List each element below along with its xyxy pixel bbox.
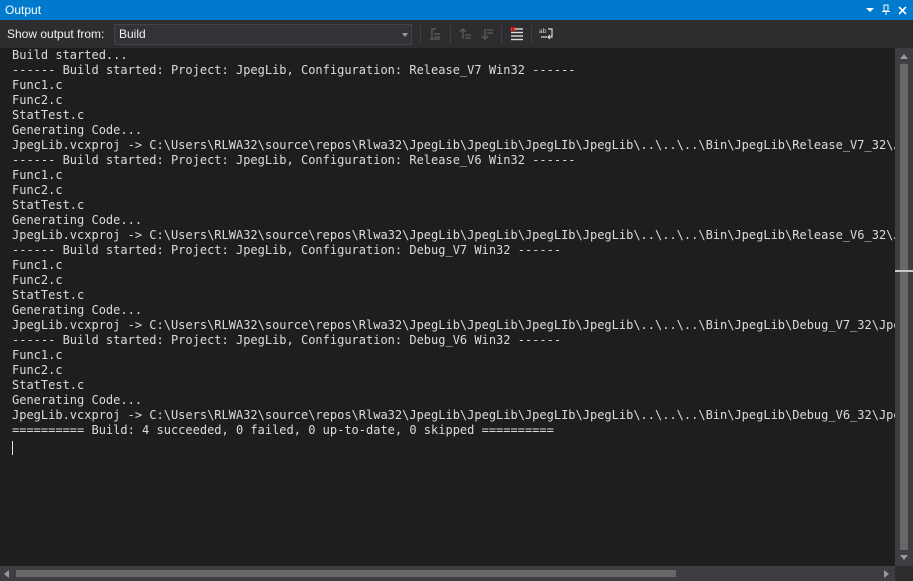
- go-to-next-message-button[interactable]: [477, 24, 497, 44]
- close-button[interactable]: [894, 2, 910, 18]
- output-line: Func1.c: [12, 258, 63, 272]
- find-message-in-code-icon: [430, 28, 440, 40]
- toolbar-separator: [420, 25, 421, 43]
- toolbar-separator: [531, 25, 532, 43]
- output-source-selected-value: Build: [119, 27, 146, 41]
- output-line: Build started...: [12, 48, 128, 62]
- output-window: Output Show output from: Build ab Build …: [0, 0, 913, 581]
- output-line: StatTest.c: [12, 288, 85, 302]
- output-line: Func1.c: [12, 78, 63, 92]
- output-line: Func1.c: [12, 168, 63, 182]
- output-line: Func2.c: [12, 273, 63, 287]
- output-text-area[interactable]: Build started... ------ Build started: Pr…: [0, 48, 895, 566]
- scroll-right-arrow-icon[interactable]: [884, 570, 889, 578]
- horizontal-scrollbar[interactable]: [0, 566, 895, 581]
- output-line: Func2.c: [12, 93, 63, 107]
- clear-all-icon: [510, 26, 523, 41]
- chevron-down-icon: [866, 8, 874, 12]
- scroll-left-arrow-icon[interactable]: [4, 570, 9, 578]
- output-line: StatTest.c: [12, 198, 85, 212]
- output-lines: Build started... ------ Build started: Pr…: [12, 48, 895, 438]
- go-to-previous-message-icon: [459, 28, 471, 39]
- clear-all-button[interactable]: [507, 24, 527, 44]
- window-position-dropdown-button[interactable]: [862, 2, 878, 18]
- output-line: JpegLib.vcxproj -> C:\Users\RLWA32\sourc…: [12, 318, 895, 332]
- output-line: ------ Build started: Project: JpegLib, …: [12, 333, 562, 347]
- scroll-up-arrow-icon[interactable]: [900, 54, 908, 59]
- output-line: Generating Code...: [12, 213, 143, 227]
- close-icon: [897, 5, 907, 15]
- output-line: StatTest.c: [12, 378, 85, 392]
- go-to-next-message-icon: [481, 29, 493, 40]
- output-line: Func2.c: [12, 363, 63, 377]
- toolbar-separator: [450, 25, 451, 43]
- chevron-down-icon: [402, 33, 408, 37]
- output-line: Generating Code...: [12, 123, 143, 137]
- output-line: JpegLib.vcxproj -> C:\Users\RLWA32\sourc…: [12, 138, 895, 152]
- output-line: JpegLib.vcxproj -> C:\Users\RLWA32\sourc…: [12, 228, 895, 242]
- output-toolbar: Show output from: Build ab: [0, 20, 913, 48]
- toolbar-separator: [501, 25, 502, 43]
- output-line: Func2.c: [12, 183, 63, 197]
- output-line: Generating Code...: [12, 393, 143, 407]
- output-line: ========== Build: 4 succeeded, 0 failed,…: [12, 423, 554, 437]
- go-to-previous-message-button[interactable]: [455, 24, 475, 44]
- vertical-scroll-thumb[interactable]: [900, 64, 908, 550]
- scroll-down-arrow-icon[interactable]: [900, 555, 908, 560]
- toggle-word-wrap-button[interactable]: ab: [537, 24, 557, 44]
- find-message-in-code-button[interactable]: [425, 24, 445, 44]
- output-line: JpegLib.vcxproj -> C:\Users\RLWA32\sourc…: [12, 408, 895, 422]
- output-line: ------ Build started: Project: JpegLib, …: [12, 243, 562, 257]
- output-line: ------ Build started: Project: JpegLib, …: [12, 153, 576, 167]
- text-caret: [12, 441, 13, 455]
- show-output-from-label: Show output from:: [7, 27, 105, 41]
- pin-icon: [882, 4, 890, 15]
- output-line: Generating Code...: [12, 303, 143, 317]
- output-line: ------ Build started: Project: JpegLib, …: [12, 63, 576, 77]
- title-bar[interactable]: Output: [0, 0, 913, 20]
- window-title: Output: [5, 3, 42, 17]
- horizontal-scroll-thumb[interactable]: [16, 570, 676, 577]
- toggle-word-wrap-icon: ab: [539, 28, 553, 40]
- output-line: Func1.c: [12, 348, 63, 362]
- output-line: StatTest.c: [12, 108, 85, 122]
- scrollbar-corner: [895, 566, 913, 581]
- auto-hide-pin-button[interactable]: [878, 2, 894, 18]
- vertical-scrollbar[interactable]: [895, 48, 913, 566]
- svg-text:ab: ab: [539, 28, 547, 35]
- scroll-position-marker: [895, 270, 913, 272]
- output-source-dropdown[interactable]: Build: [114, 24, 412, 45]
